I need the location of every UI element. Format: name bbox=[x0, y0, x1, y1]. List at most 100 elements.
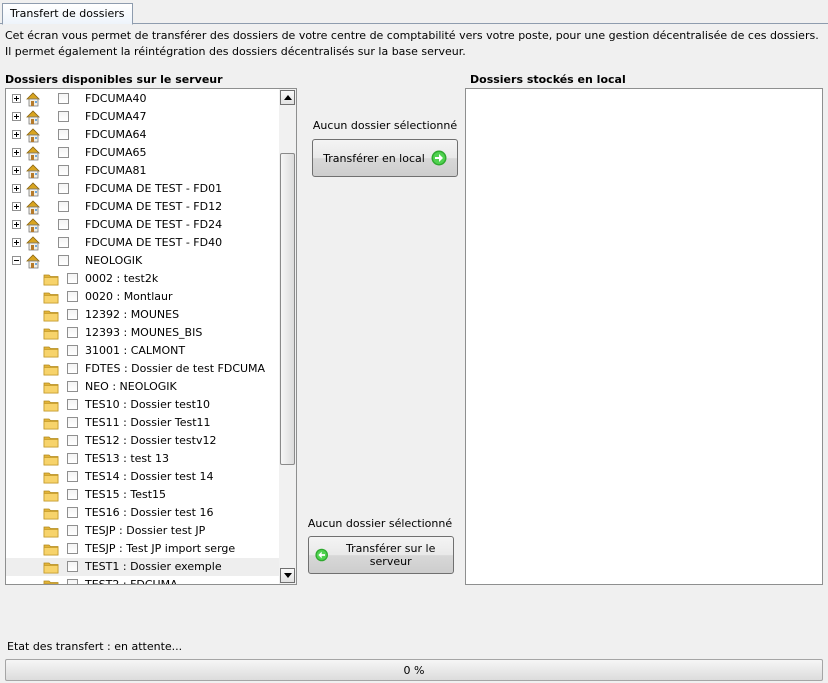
folder-checkbox[interactable] bbox=[67, 327, 78, 338]
tree-row[interactable]: TES11 : Dossier Test11 bbox=[6, 414, 280, 432]
folder-checkbox[interactable] bbox=[58, 165, 69, 176]
folder-checkbox[interactable] bbox=[67, 471, 78, 482]
tree-row[interactable]: FDCUMA81 bbox=[6, 162, 280, 180]
folder-checkbox[interactable] bbox=[58, 111, 69, 122]
tree-row-label: TES10 : Dossier test10 bbox=[85, 398, 210, 411]
local-folder-list[interactable] bbox=[465, 88, 823, 585]
tree-row-label: NEOLOGIK bbox=[85, 254, 143, 267]
folder-icon bbox=[43, 488, 59, 502]
tree-row[interactable]: FDTES : Dossier de test FDCUMA bbox=[6, 360, 280, 378]
tree-row[interactable]: FDCUMA DE TEST - FD24 bbox=[6, 216, 280, 234]
tree-row-label: 31001 : CALMONT bbox=[85, 344, 186, 357]
tree-row[interactable]: 31001 : CALMONT bbox=[6, 342, 280, 360]
folder-checkbox[interactable] bbox=[67, 399, 78, 410]
tree-row-label: FDCUMA64 bbox=[85, 128, 147, 141]
expand-plus-icon[interactable] bbox=[12, 220, 21, 229]
tree-row[interactable]: TES12 : Dossier testv12 bbox=[6, 432, 280, 450]
tree-row[interactable]: TES14 : Dossier test 14 bbox=[6, 468, 280, 486]
tree-row[interactable]: TEST1 : Dossier exemple bbox=[6, 558, 280, 576]
tree-row[interactable]: NEOLOGIK bbox=[6, 252, 280, 270]
folder-checkbox[interactable] bbox=[67, 453, 78, 464]
tree-row[interactable]: 12393 : MOUNES_BIS bbox=[6, 324, 280, 342]
description-line-2: Il permet également la réintégration des… bbox=[5, 45, 466, 58]
expand-plus-icon[interactable] bbox=[12, 112, 21, 121]
expand-plus-icon[interactable] bbox=[12, 166, 21, 175]
tree-row[interactable]: TES16 : Dossier test 16 bbox=[6, 504, 280, 522]
folder-checkbox[interactable] bbox=[58, 219, 69, 230]
tree-row[interactable]: FDCUMA40 bbox=[6, 90, 280, 108]
tree-row[interactable]: TES13 : test 13 bbox=[6, 450, 280, 468]
folder-icon bbox=[43, 578, 59, 584]
folder-icon bbox=[43, 524, 59, 538]
tree-row[interactable]: TESJP : Test JP import serge bbox=[6, 540, 280, 558]
folder-checkbox[interactable] bbox=[67, 579, 78, 584]
scroll-down-button[interactable] bbox=[280, 568, 295, 583]
tree-row[interactable]: FDCUMA64 bbox=[6, 126, 280, 144]
tree-row[interactable]: TES15 : Test15 bbox=[6, 486, 280, 504]
arrow-left-circle-icon bbox=[315, 548, 328, 562]
tree-row-label: TES15 : Test15 bbox=[85, 488, 167, 501]
tree-row[interactable]: TES10 : Dossier test10 bbox=[6, 396, 280, 414]
tree-row[interactable]: FDCUMA DE TEST - FD01 bbox=[6, 180, 280, 198]
server-folder-tree[interactable]: FDCUMA40 FDCUMA47 FDCUMA64 FDCUMA65 FDCUMA81… bbox=[5, 88, 297, 585]
folder-checkbox[interactable] bbox=[67, 345, 78, 356]
collapse-minus-icon[interactable] bbox=[12, 256, 21, 265]
tree-row[interactable]: 0020 : Montlaur bbox=[6, 288, 280, 306]
folder-icon bbox=[43, 344, 59, 358]
tree-row[interactable]: FDCUMA DE TEST - FD40 bbox=[6, 234, 280, 252]
folder-checkbox[interactable] bbox=[67, 381, 78, 392]
tree-row[interactable]: FDCUMA DE TEST - FD12 bbox=[6, 198, 280, 216]
tree-row[interactable]: FDCUMA47 bbox=[6, 108, 280, 126]
folder-checkbox[interactable] bbox=[58, 147, 69, 158]
tree-row[interactable]: TESJP : Dossier test JP bbox=[6, 522, 280, 540]
folder-checkbox[interactable] bbox=[67, 273, 78, 284]
folder-icon bbox=[43, 542, 59, 556]
folder-checkbox[interactable] bbox=[67, 561, 78, 572]
tree-row[interactable]: TEST2 : FDCUMA bbox=[6, 576, 280, 584]
tree-row-label: TES14 : Dossier test 14 bbox=[85, 470, 214, 483]
folder-icon bbox=[43, 416, 59, 430]
house-icon bbox=[25, 199, 41, 215]
expand-plus-icon[interactable] bbox=[12, 238, 21, 247]
folder-checkbox[interactable] bbox=[58, 129, 69, 140]
progress-text: 0 % bbox=[403, 664, 425, 677]
folder-checkbox[interactable] bbox=[67, 435, 78, 446]
transfer-to-server-button[interactable]: Transférer sur le serveur bbox=[308, 536, 454, 574]
expand-plus-icon[interactable] bbox=[12, 130, 21, 139]
tree-row[interactable]: 12392 : MOUNES bbox=[6, 306, 280, 324]
tree-scrollbar[interactable] bbox=[279, 89, 296, 584]
folder-checkbox[interactable] bbox=[67, 489, 78, 500]
folder-checkbox[interactable] bbox=[58, 237, 69, 248]
folder-checkbox[interactable] bbox=[58, 201, 69, 212]
transfer-to-local-button[interactable]: Transférer en local bbox=[312, 139, 458, 177]
scrollbar-thumb[interactable] bbox=[280, 153, 295, 465]
tree-row-label: TESJP : Test JP import serge bbox=[85, 542, 236, 555]
expand-plus-icon[interactable] bbox=[12, 184, 21, 193]
folder-checkbox[interactable] bbox=[58, 183, 69, 194]
tree-row-label: FDCUMA DE TEST - FD24 bbox=[85, 218, 223, 231]
folder-checkbox[interactable] bbox=[67, 507, 78, 518]
house-icon bbox=[25, 91, 41, 107]
folder-icon bbox=[43, 434, 59, 448]
expand-plus-icon[interactable] bbox=[12, 202, 21, 211]
folder-checkbox[interactable] bbox=[67, 309, 78, 320]
tree-row-label: FDCUMA DE TEST - FD01 bbox=[85, 182, 223, 195]
tab-transfert-dossiers[interactable]: Transfert de dossiers bbox=[2, 3, 133, 25]
expand-plus-icon[interactable] bbox=[12, 148, 21, 157]
expand-plus-icon[interactable] bbox=[12, 94, 21, 103]
description-line-1: Cet écran vous permet de transférer des … bbox=[5, 29, 819, 42]
folder-checkbox[interactable] bbox=[67, 363, 78, 374]
tree-row[interactable]: NEO : NEOLOGIK bbox=[6, 378, 280, 396]
tree-row[interactable]: FDCUMA65 bbox=[6, 144, 280, 162]
folder-checkbox[interactable] bbox=[67, 291, 78, 302]
folder-checkbox[interactable] bbox=[58, 255, 69, 266]
tree-row-label: FDCUMA65 bbox=[85, 146, 147, 159]
transfer-progress-bar: 0 % bbox=[5, 659, 823, 681]
folder-icon bbox=[43, 272, 59, 286]
folder-checkbox[interactable] bbox=[67, 525, 78, 536]
folder-checkbox[interactable] bbox=[67, 417, 78, 428]
tree-row[interactable]: 0002 : test2k bbox=[6, 270, 280, 288]
folder-checkbox[interactable] bbox=[58, 93, 69, 104]
folder-checkbox[interactable] bbox=[67, 543, 78, 554]
scroll-up-button[interactable] bbox=[280, 90, 295, 105]
